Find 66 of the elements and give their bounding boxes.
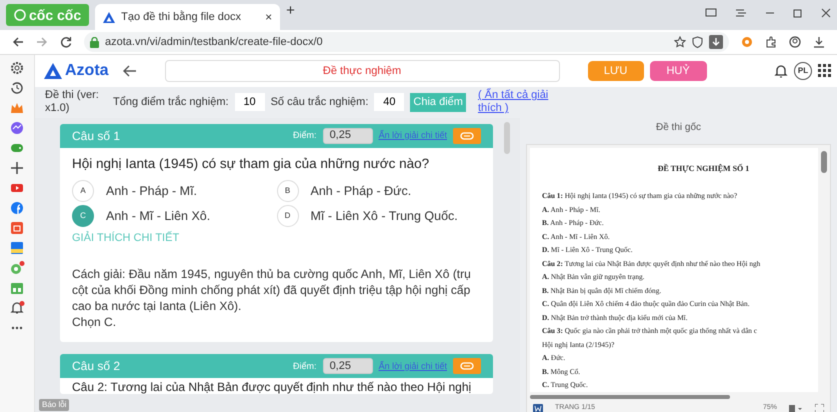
download-icon[interactable] [709,35,723,49]
back-arrow-icon[interactable] [122,64,137,77]
reload-icon[interactable] [60,36,72,48]
explanation-text: Cách giải: Đầu năm 1945, nguyên thủ ba cường quốc Anh, Mĩ, Liên Xô (trụ cột của khối Đồng minh chống phát xít) đã quyết định triệu tập hội nghị cấp cao ba nước tại Ianta (Liên Xô). [72,266,472,314]
user-avatar[interactable]: PL [794,62,812,80]
points-field[interactable]: 0,25 [322,128,373,144]
scrollbar-thumb[interactable] [504,122,510,154]
title-field[interactable]: Đề thực nghiệm [164,60,560,82]
close-icon[interactable] [821,8,831,18]
total-points-label: Tổng điểm trắc nghiệm: [113,94,229,110]
option-button[interactable]: A [72,180,94,202]
document-title: ĐỀ THỰC NGHIỆM SỐ 1 [656,162,750,175]
hide-all-explanations-link[interactable]: ( Ẩn tất cả giải thích ) [478,89,570,116]
option-text: Mĩ - Liên Xô - Trung Quốc. [310,208,458,225]
history-icon[interactable] [10,81,24,95]
puzzle-icon[interactable] [765,36,777,48]
f-circle-icon[interactable] [10,201,24,215]
option-button[interactable]: B [276,180,298,202]
option-text: Anh - Pháp - Mĩ. [106,182,198,200]
scrollbar-thumb[interactable] [530,394,730,399]
chat-bubble-icon[interactable] [10,121,24,135]
star-icon[interactable] [674,36,686,48]
restore-icon[interactable] [793,8,803,18]
total-points-field[interactable]: 10 [234,93,265,112]
lock-icon [90,36,99,48]
triangle-logo-icon [44,62,62,79]
crown-icon[interactable] [10,101,24,115]
points-field[interactable]: 0,25 [322,358,373,374]
triangle-logo-icon [103,12,116,22]
paperclip-icon [460,132,474,140]
option-text: Anh - Mĩ - Liên Xô. [106,208,210,225]
shield-icon[interactable] [692,36,703,48]
download-icon[interactable] [813,36,825,48]
profile-icon[interactable] [789,36,801,48]
option-button[interactable]: D [276,204,298,227]
question-text: Hội nghị Ianta (1945) có sự tham gia của những nước nào? [72,154,430,173]
points-label: Điểm: [293,128,317,142]
option-text: Anh - Pháp - Đức. [310,182,412,200]
tabs-icon[interactable] [735,8,747,18]
question-count-label: Số câu trắc nghiệm: [270,94,368,110]
back-icon[interactable] [12,36,24,48]
fullscreen-icon[interactable] [815,404,824,412]
new-tab-button[interactable]: + [286,3,295,18]
gear-icon[interactable] [10,61,24,75]
version-label: Đề thi (ver: x1.0) [45,88,100,116]
question-title: Câu số 2 [72,358,122,376]
question-count-field[interactable]: 40 [374,93,404,112]
plus-icon[interactable] [10,161,24,175]
play-icon[interactable] [10,181,24,195]
scrollbar-thumb[interactable] [821,150,827,173]
explanation-heading: GIẢI THÍCH CHI TIẾT [72,230,180,246]
browser-tab[interactable]: Tạo đề thi bằng file docx × [95,4,280,30]
layout-menu-icon[interactable] [789,404,803,412]
explanation-text: Chọn C. [72,314,118,330]
points-label: Điểm: [293,360,317,373]
bell-icon[interactable] [10,301,24,315]
address-bar[interactable]: azota.vn/vi/admin/testbank/create-file-docx/0 [84,32,729,52]
paperclip-icon [460,362,474,370]
bell-icon[interactable] [774,64,788,78]
question-text: Câu 2: Tương lai của Nhật Bản được quyết định như thế nào theo Hội nghị [72,380,472,394]
logo-text: Azota [65,60,109,81]
grid-menu-icon[interactable] [818,64,831,78]
screen-icon[interactable] [705,8,717,18]
original-title: Đề thi gốc [654,120,702,135]
store-icon[interactable] [10,281,24,295]
question-title: Câu số 1 [72,128,122,145]
